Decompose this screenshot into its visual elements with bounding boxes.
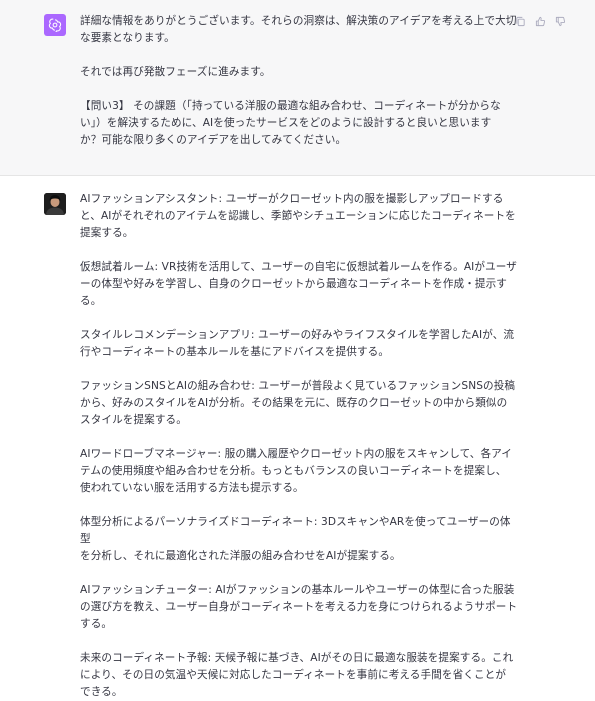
- copy-icon[interactable]: [515, 16, 526, 27]
- user-paragraph: 体型分析によるパーソナライズドコーディネート: 3DスキャンやARを使ってユーザ…: [80, 516, 511, 562]
- user-paragraph: 仮想試着ルーム: VR技術を活用して、ユーザーの自宅に仮想試着ルームを作る。AI…: [80, 261, 517, 307]
- openai-logo-icon: [44, 14, 66, 36]
- user-paragraph: スタイルレコメンデーションアプリ: ユーザーの好みやライフスタイルを学習したAI…: [80, 329, 515, 358]
- assistant-paragraph: それでは再び発散フェーズに進みます。: [80, 66, 271, 78]
- user-paragraph: ファッションSNSとAIの組み合わせ: ユーザーが普段よく見ているファッションS…: [80, 380, 516, 426]
- user-paragraph: AIファッションチューター: AIがファッションの基本ルールやユーザーの体型に合…: [80, 584, 518, 630]
- message-actions: [515, 16, 566, 27]
- user-paragraph: AIワードローブマネージャー: 服の購入履歴やクローゼット内の服をスキャンして、…: [80, 448, 513, 494]
- openai-logo-icon-svg: [48, 18, 62, 32]
- user-paragraph: AIファッションアシスタント: ユーザーがクローゼット内の服を撮影しアップロード…: [80, 193, 516, 239]
- user-paragraph: 未来のコーディネート予報: 天候予報に基づき、AIがその日に最適な服装を提案する…: [80, 652, 514, 698]
- user-message-text: AIファッションアシスタント: ユーザーがクローゼット内の服を撮影しアップロード…: [80, 191, 520, 701]
- assistant-paragraph: 詳細な情報をありがとうございます。それらの洞察は、解決策のアイデアを考える上で大…: [80, 15, 517, 44]
- assistant-message: 詳細な情報をありがとうございます。それらの洞察は、解決策のアイデアを考える上で大…: [0, 0, 595, 176]
- thumbs-up-icon[interactable]: [535, 16, 546, 27]
- user-message: AIファッションアシスタント: ユーザーがクローゼット内の服を撮影しアップロード…: [0, 177, 595, 698]
- thumbs-down-icon[interactable]: [555, 16, 566, 27]
- user-avatar: [44, 193, 66, 215]
- assistant-paragraph: 【問い3】 その課題（「持っている洋服の最適な組み合わせ、コーディネートが分から…: [80, 100, 501, 146]
- assistant-message-text: 詳細な情報をありがとうございます。それらの洞察は、解決策のアイデアを考える上で大…: [80, 13, 520, 149]
